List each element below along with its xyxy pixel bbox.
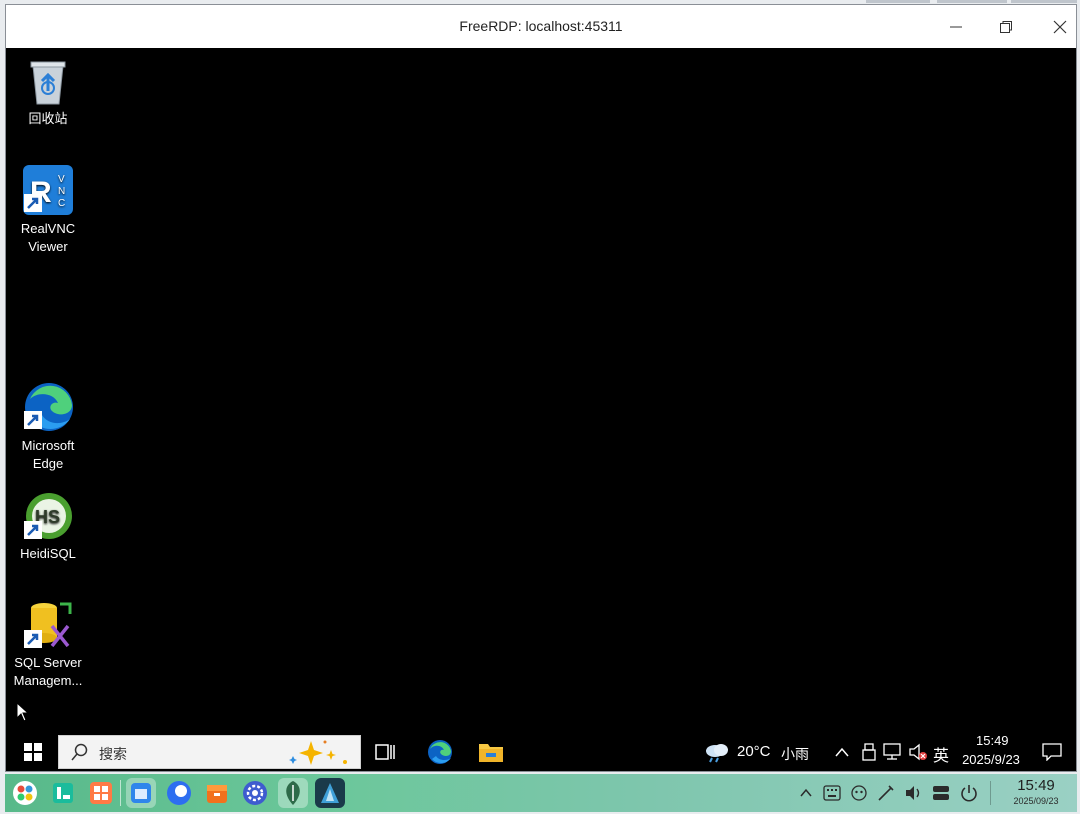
edge-icon: [428, 740, 452, 764]
svg-text:N: N: [58, 186, 65, 197]
volume-icon[interactable]: [904, 785, 924, 801]
weather-description[interactable]: 小雨: [781, 744, 809, 764]
svg-text:V: V: [58, 174, 65, 185]
power-icon[interactable]: [960, 784, 978, 802]
desktop-icon-label: 回收站: [28, 111, 68, 126]
weather-rain-icon[interactable]: [703, 741, 731, 763]
package-icon: [207, 785, 227, 803]
keyboard-icon[interactable]: [823, 785, 841, 801]
search-icon: [71, 743, 88, 761]
title-bar[interactable]: FreeRDP: localhost:45311: [6, 5, 1076, 49]
dock-browser[interactable]: [164, 778, 194, 808]
clock-time[interactable]: 15:49: [976, 733, 1009, 748]
remote-desktop[interactable]: 回收站 R V N C RealVNC Viewer Microsoft Edg…: [6, 48, 1076, 733]
windows-taskbar: 搜索 20°C 小雨 英 15:49 2025/9/23: [6, 733, 1076, 771]
close-button[interactable]: [1036, 5, 1080, 48]
desktop-icon-ssms[interactable]: SQL Server Managem...: [2, 600, 94, 690]
host-dock-bar: 15:49 2025/09/23: [5, 774, 1077, 812]
close-icon: [1053, 20, 1067, 33]
mouse-cursor-icon: [16, 702, 30, 722]
dock-package-manager[interactable]: [202, 778, 232, 808]
host-top-strip: [866, 0, 930, 3]
connection-icon[interactable]: [932, 785, 950, 801]
window-title: FreeRDP: localhost:45311: [459, 18, 623, 34]
gear-icon: [243, 781, 267, 805]
taskbar-edge[interactable]: [425, 737, 455, 767]
edge-icon: [24, 383, 73, 431]
dock-app-store[interactable]: [126, 778, 156, 808]
freerdp-icon: [321, 783, 339, 803]
desktop-icon: [53, 783, 73, 803]
restore-button[interactable]: [982, 5, 1030, 48]
copilot-sparkle-icon[interactable]: [285, 738, 355, 768]
notification-icon[interactable]: [1042, 743, 1062, 761]
desktop-icon-recycle-bin[interactable]: 回收站: [6, 56, 90, 128]
tray-divider: [990, 781, 991, 805]
clock-date[interactable]: 2025/9/23: [958, 752, 1024, 767]
leaf-shield-icon: [286, 781, 300, 805]
app-store-icon: [131, 783, 151, 803]
ssms-icon: [24, 602, 72, 648]
search-input[interactable]: 搜索: [58, 735, 361, 769]
chevron-up-icon[interactable]: [835, 746, 849, 758]
host-clock-time[interactable]: 15:49: [1008, 777, 1064, 794]
realvnc-icon: R V N C: [23, 165, 73, 215]
dock-launcher[interactable]: [10, 778, 40, 808]
host-clock-date[interactable]: 2025/09/23: [1005, 796, 1067, 806]
heidisql-icon: HS: [24, 493, 72, 539]
dock-multitask[interactable]: [86, 778, 116, 808]
assistant-icon[interactable]: [850, 784, 868, 802]
ime-indicator[interactable]: 英: [933, 742, 949, 766]
folder-icon: [479, 744, 503, 762]
chevron-up-icon[interactable]: [800, 788, 812, 798]
desktop-icon-label: SQL Server Managem...: [13, 655, 83, 688]
start-button[interactable]: [18, 737, 48, 767]
desktop-icon-edge[interactable]: Microsoft Edge: [6, 381, 90, 473]
volume-muted-icon[interactable]: [908, 743, 928, 761]
minimize-button[interactable]: [932, 5, 980, 48]
search-placeholder: 搜索: [99, 747, 127, 763]
desktop-icon-label: RealVNC Viewer: [20, 221, 76, 254]
desktop-icon-heidisql[interactable]: HS HeidiSQL: [6, 491, 90, 563]
weather-temperature[interactable]: 20°C: [737, 743, 771, 760]
minimize-icon: [950, 26, 962, 27]
pen-icon[interactable]: [877, 784, 895, 802]
network-icon[interactable]: [883, 743, 903, 761]
svg-text:C: C: [58, 198, 65, 209]
host-top-strip: [937, 0, 1007, 3]
launcher-icon: [13, 781, 37, 805]
windows-logo-icon: [24, 743, 42, 761]
desktop-icon-label: Microsoft Edge: [21, 438, 75, 471]
task-view-button[interactable]: [370, 737, 400, 767]
freerdp-window: FreeRDP: localhost:45311 回收站 R V N C Rea…: [5, 4, 1077, 772]
dock-remote-app[interactable]: [278, 778, 308, 808]
dock-divider: [120, 780, 121, 806]
host-top-strip: [1011, 0, 1077, 3]
dock-freerdp[interactable]: [315, 778, 345, 808]
restore-icon: [1000, 20, 1012, 33]
desktop-icon-label: HeidiSQL: [20, 546, 76, 561]
browser-icon: [167, 781, 191, 805]
usb-device-icon[interactable]: [862, 743, 876, 761]
recycle-bin-icon: [30, 61, 66, 105]
multitask-icon: [90, 782, 112, 804]
dock-desktop[interactable]: [48, 778, 78, 808]
desktop-icon-realvnc[interactable]: R V N C RealVNC Viewer: [6, 164, 90, 256]
task-view-icon: [375, 744, 395, 760]
taskbar-file-explorer[interactable]: [476, 737, 506, 767]
dock-settings[interactable]: [240, 778, 270, 808]
